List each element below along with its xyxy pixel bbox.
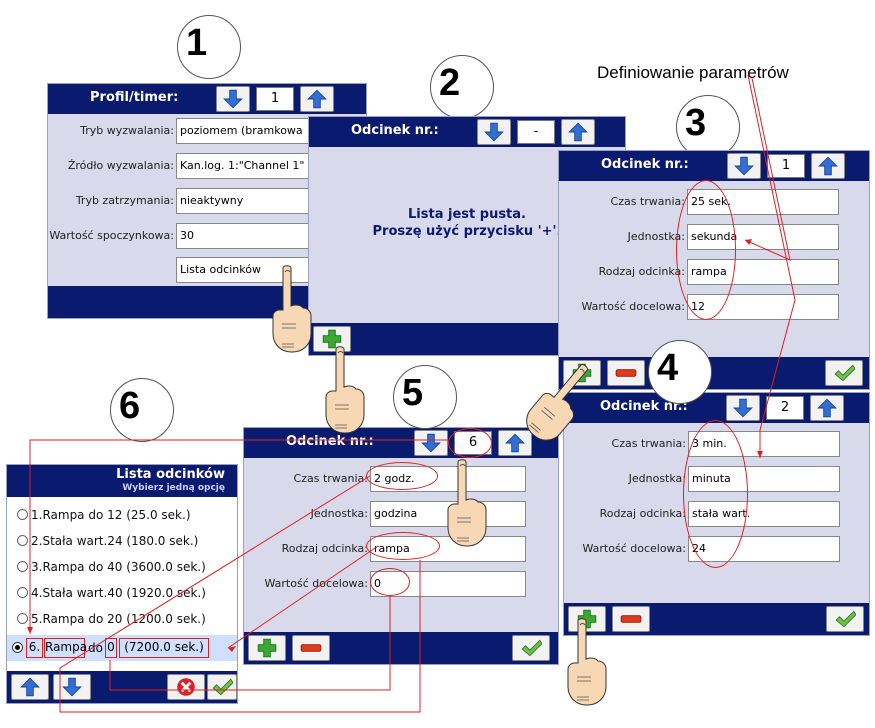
finger-pointer-icon	[447, 459, 487, 547]
step-number: 5	[393, 365, 457, 429]
finger-pointer-icon	[272, 265, 312, 353]
finger-pointer-icon	[325, 346, 365, 434]
connector-lines	[27, 74, 796, 713]
finger-pointer-icon	[567, 618, 607, 706]
step-number: 4	[648, 340, 712, 404]
